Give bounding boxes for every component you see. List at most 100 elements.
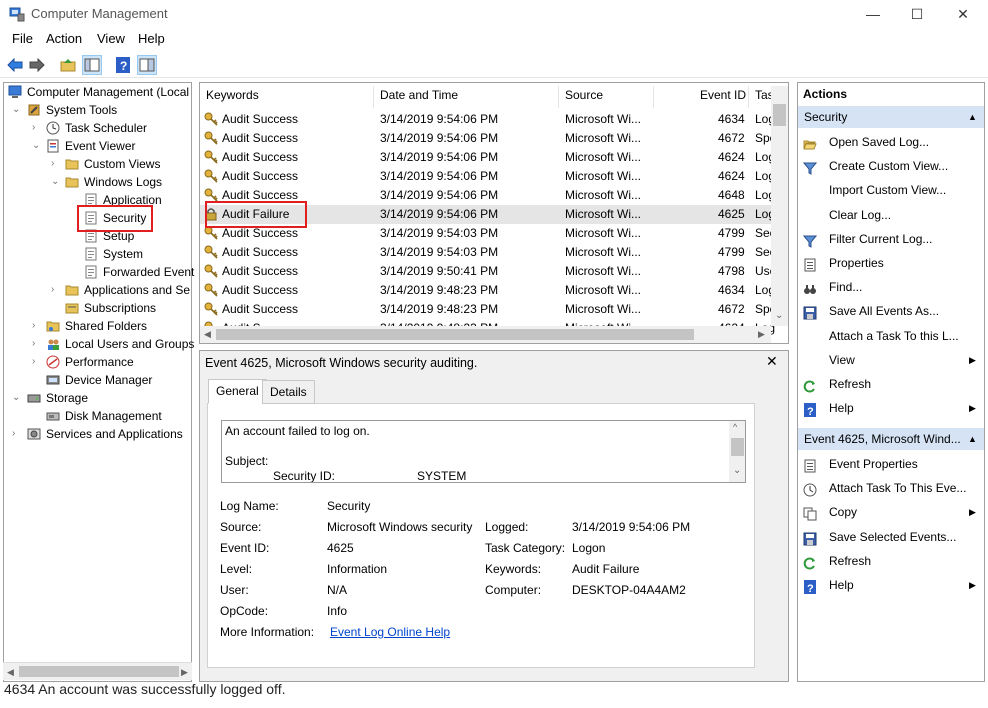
action-help[interactable]: ? Help ▶	[798, 396, 984, 420]
user-value: N/A	[327, 583, 348, 597]
tree-item-storage[interactable]: ⌄ Storage	[0, 389, 192, 407]
action-help[interactable]: ? Help ▶	[798, 573, 984, 597]
event-row[interactable]: Audit Success 3/14/2019 9:48:23 PM Microso…	[200, 281, 775, 300]
column-header-keywords[interactable]: Keywords	[206, 88, 259, 102]
svg-text:?: ?	[807, 583, 814, 594]
maximize-button[interactable]: ☐	[894, 0, 940, 28]
up-folder-icon[interactable]	[58, 55, 78, 75]
tab-general[interactable]: General	[208, 379, 267, 404]
action-import-custom-view[interactable]: Import Custom View...	[798, 178, 984, 202]
tree-item-forwarded-event[interactable]: Forwarded Event	[0, 263, 195, 281]
expand-chevron-icon[interactable]: ›	[32, 317, 42, 335]
action-save-selected-events[interactable]: Save Selected Events...	[798, 525, 984, 549]
action-create-custom-view[interactable]: Create Custom View...	[798, 154, 984, 178]
event-row[interactable]: Audit Success 3/14/2019 9:48:23 PM Microso…	[200, 300, 776, 319]
actions-section-security[interactable]: Security ▲	[798, 106, 984, 128]
expand-chevron-icon[interactable]: ›	[32, 353, 42, 371]
action-open-saved-log[interactable]: Open Saved Log...	[798, 130, 984, 154]
tree-item-applications-and-se[interactable]: › Applications and Se	[0, 281, 192, 299]
computer-label: Computer:	[485, 583, 542, 597]
tree-item-label: Forwarded Event	[103, 265, 195, 279]
column-header-event-id[interactable]: Event ID	[700, 88, 746, 102]
tree-item-system-tools[interactable]: ⌄ System Tools	[0, 101, 192, 119]
minimize-button[interactable]: —	[850, 0, 896, 28]
event-list-horizontal-scrollbar[interactable]: ◀ ▶	[200, 326, 771, 343]
submenu-arrow-icon: ▶	[969, 580, 976, 590]
menu-view[interactable]: View	[97, 31, 125, 46]
collapse-chevron-icon[interactable]: ⌄	[12, 101, 22, 119]
action-properties[interactable]: Properties	[798, 251, 984, 275]
event-detail-title: Event 4625, Microsoft Windows security a…	[205, 356, 478, 370]
menu-help[interactable]: Help	[138, 31, 165, 46]
event-keyword: Audit Success	[222, 150, 299, 164]
event-log-online-help-link[interactable]: Event Log Online Help	[330, 625, 450, 639]
event-keyword: Audit Success	[222, 245, 299, 259]
tree-item-system[interactable]: System	[0, 245, 192, 263]
action-copy[interactable]: Copy ▶	[798, 500, 984, 524]
properties-icon[interactable]	[137, 55, 157, 75]
task-icon	[803, 481, 817, 497]
tree-item-event-viewer[interactable]: ⌄ Event Viewer	[0, 137, 192, 155]
column-header-source[interactable]: Source	[565, 88, 603, 102]
tree-horizontal-scrollbar[interactable]: ◀ ▶	[3, 662, 192, 680]
tree-item-custom-views[interactable]: › Custom Views	[0, 155, 192, 173]
services-icon	[27, 427, 41, 441]
action-filter-current-log[interactable]: Filter Current Log...	[798, 227, 984, 251]
action-label: Open Saved Log...	[829, 135, 930, 149]
event-list-vertical-scrollbar[interactable]: ⌄	[771, 86, 788, 326]
computer-value: DESKTOP-04A4AM2	[572, 583, 686, 597]
forward-arrow-icon[interactable]	[27, 55, 47, 75]
tree-item-subscriptions[interactable]: Subscriptions	[0, 299, 192, 317]
action-refresh[interactable]: Refresh	[798, 372, 984, 396]
event-message-box[interactable]: An account failed to log on. Subject: Se…	[221, 420, 746, 483]
back-arrow-icon[interactable]	[5, 55, 25, 75]
action-save-all-events-as[interactable]: Save All Events As...	[798, 299, 984, 323]
collapse-icon[interactable]: ▲	[968, 106, 977, 128]
tree-item-windows-logs[interactable]: ⌄ Windows Logs	[0, 173, 192, 191]
event-row[interactable]: Audit Success 3/14/2019 9:54:03 PM Microso…	[200, 243, 776, 262]
collapse-chevron-icon[interactable]: ⌄	[32, 137, 42, 155]
message-scrollbar[interactable]: ^ ⌄	[729, 421, 745, 482]
action-attach-a-task-to-this-l[interactable]: Attach a Task To this L...	[798, 324, 984, 348]
column-header-date-time[interactable]: Date and Time	[380, 88, 458, 102]
event-row[interactable]: Audit Success 3/14/2019 9:54:06 PM Microso…	[200, 129, 776, 148]
actions-section-event[interactable]: Event 4625, Microsoft Wind... ▲	[798, 428, 984, 450]
source-value: Microsoft Windows security	[327, 520, 473, 534]
event-keyword: Audit Success	[222, 264, 299, 278]
tree-item-services-and-applications[interactable]: › Services and Applications	[0, 425, 192, 443]
refresh-icon	[803, 554, 817, 570]
event-row[interactable]: Audit Success 3/14/2019 9:54:06 PM Microso…	[200, 167, 775, 186]
collapse-chevron-icon[interactable]: ⌄	[51, 173, 61, 191]
event-row[interactable]: Audit Success 3/14/2019 9:54:06 PM Microso…	[200, 110, 775, 129]
event-row[interactable]: Audit Success 3/14/2019 9:50:41 PM Microso…	[200, 262, 776, 281]
collapse-icon[interactable]: ▲	[968, 428, 977, 450]
tree-item-performance[interactable]: › Performance	[0, 353, 192, 371]
tree-item-local-users-and-groups[interactable]: › Local Users and Groups	[0, 335, 194, 353]
action-event-properties[interactable]: Event Properties	[798, 452, 984, 476]
tree-item-shared-folders[interactable]: › Shared Folders	[0, 317, 192, 335]
tree-item-disk-management[interactable]: Disk Management	[0, 407, 192, 425]
event-row[interactable]: Audit Success 3/14/2019 9:54:06 PM Microso…	[200, 148, 775, 167]
menu-action[interactable]: Action	[46, 31, 82, 46]
expand-chevron-icon[interactable]: ›	[51, 155, 61, 173]
action-find[interactable]: Find...	[798, 275, 984, 299]
expand-chevron-icon[interactable]: ›	[51, 281, 61, 299]
tree-item-device-manager[interactable]: Device Manager	[0, 371, 192, 389]
expand-chevron-icon[interactable]: ›	[32, 335, 42, 353]
action-refresh[interactable]: Refresh	[798, 549, 984, 573]
menu-file[interactable]: File	[12, 31, 33, 46]
action-clear-log[interactable]: Clear Log...	[798, 203, 984, 227]
help-icon[interactable]: ?	[113, 55, 133, 75]
close-button[interactable]: ✕	[940, 0, 986, 28]
show-hide-tree-icon[interactable]	[82, 55, 102, 75]
close-icon[interactable]: ✕	[766, 353, 778, 370]
collapse-chevron-icon[interactable]: ⌄	[12, 389, 22, 407]
expand-chevron-icon[interactable]: ›	[32, 119, 42, 137]
tree-item-task-scheduler[interactable]: › Task Scheduler	[0, 119, 192, 137]
expand-chevron-icon[interactable]: ›	[12, 425, 22, 443]
action-attach-task-to-this-eve[interactable]: Attach Task To This Eve...	[798, 476, 984, 500]
tab-details[interactable]: Details	[262, 380, 315, 404]
tree-item-computer-management-local[interactable]: Computer Management (Local	[0, 83, 192, 101]
action-view[interactable]: View ▶	[798, 348, 984, 372]
level-label: Level:	[220, 562, 253, 576]
